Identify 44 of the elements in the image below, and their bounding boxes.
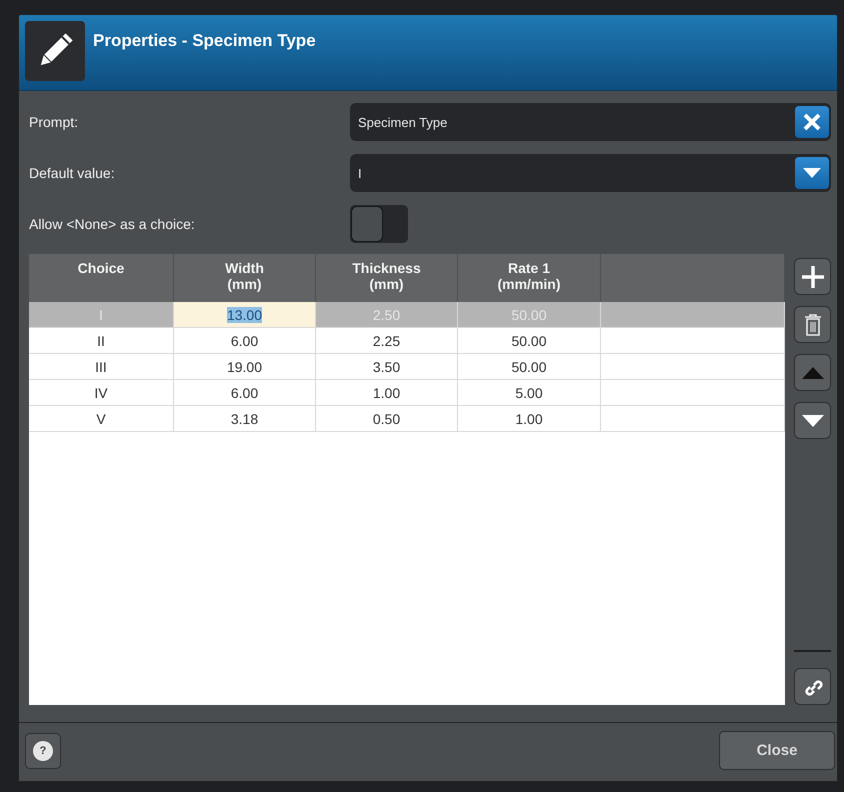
trash-icon bbox=[802, 312, 822, 336]
field-label: Allow <None> as a choice: bbox=[29, 216, 196, 232]
prompt-field[interactable]: Specimen Type bbox=[350, 103, 831, 141]
link-button[interactable] bbox=[794, 668, 831, 705]
triangle-down-icon bbox=[802, 414, 824, 426]
delete-button[interactable] bbox=[794, 306, 831, 343]
close-button[interactable]: Close bbox=[719, 731, 835, 770]
plus-icon bbox=[800, 264, 826, 290]
clear-button[interactable] bbox=[795, 106, 829, 138]
table-cell: 6.00 bbox=[174, 380, 316, 406]
table-cell: 19.00 bbox=[174, 354, 316, 380]
table-cell: 3.18 bbox=[174, 406, 316, 432]
column-header[interactable]: Rate 1 (mm/min) bbox=[458, 254, 601, 302]
triangle-up-icon bbox=[802, 366, 824, 378]
column-header[interactable]: Thickness (mm) bbox=[316, 254, 458, 302]
move-down-button[interactable] bbox=[794, 402, 831, 439]
dialog-title: Properties - Specimen Type bbox=[93, 31, 316, 51]
default-value-dropdown[interactable]: I bbox=[350, 154, 831, 192]
table-cell: III bbox=[29, 354, 174, 380]
table-cell: 6.00 bbox=[174, 328, 316, 354]
close-icon bbox=[802, 112, 822, 132]
column-header[interactable]: Choice bbox=[29, 254, 174, 302]
add-button[interactable] bbox=[794, 258, 831, 295]
toggle-switch[interactable] bbox=[350, 205, 408, 243]
table-cell: 50.00 bbox=[458, 354, 601, 380]
table-cell: 2.25 bbox=[316, 328, 458, 354]
table-cell: IV bbox=[29, 380, 174, 406]
dropdown-button[interactable] bbox=[795, 157, 829, 189]
table-cell: 1.00 bbox=[458, 406, 601, 432]
cell-editor[interactable]: 13.00 bbox=[174, 302, 316, 328]
caret-down-icon bbox=[803, 168, 821, 178]
help-icon: ? bbox=[33, 740, 53, 760]
move-up-button[interactable] bbox=[794, 354, 831, 391]
help-button[interactable]: ? bbox=[25, 732, 61, 768]
table-cell: V bbox=[29, 406, 174, 432]
table-cell: 3.50 bbox=[316, 354, 458, 380]
table-cell: II bbox=[29, 328, 174, 354]
table-cell: 0.50 bbox=[316, 406, 458, 432]
table-cell: 5.00 bbox=[458, 380, 601, 406]
table-cell: 1.00 bbox=[316, 380, 458, 406]
table-cell: 50.00 bbox=[458, 328, 601, 354]
field-label: Prompt: bbox=[29, 114, 80, 130]
column-header[interactable]: Width (mm) bbox=[174, 254, 316, 302]
field-label: Default value: bbox=[29, 165, 116, 181]
